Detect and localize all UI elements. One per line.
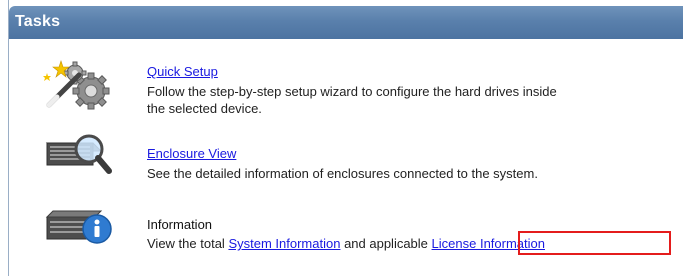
quick-setup-link[interactable]: Quick Setup xyxy=(147,64,218,79)
wand-gears-icon xyxy=(43,60,110,110)
license-information-highlight xyxy=(518,231,671,255)
system-information-link[interactable]: System Information xyxy=(228,236,340,251)
tasks-panel: Tasks Quick Setup Follow the step-by-ste… xyxy=(8,0,683,276)
tasks-panel-header: Tasks xyxy=(9,6,683,39)
enclosure-view-link[interactable]: Enclosure View xyxy=(147,146,236,161)
information-desc-prefix: View the total xyxy=(147,236,225,251)
enclosure-view-description: See the detailed information of enclosur… xyxy=(147,166,538,181)
information-desc-middle: and applicable xyxy=(344,236,428,251)
tasks-panel-title: Tasks xyxy=(15,13,61,30)
quick-setup-description-line1: Follow the step-by-step setup wizard to … xyxy=(147,84,557,99)
enclosure-info-icon xyxy=(45,210,112,244)
information-title: Information xyxy=(147,217,213,232)
enclosure-magnifier-icon xyxy=(45,134,112,174)
tasks-panel-body: Quick Setup Follow the step-by-step setu… xyxy=(9,39,683,276)
information-description: View the total System Information and ap… xyxy=(147,235,545,252)
quick-setup-description-line2: the selected device. xyxy=(147,101,262,116)
